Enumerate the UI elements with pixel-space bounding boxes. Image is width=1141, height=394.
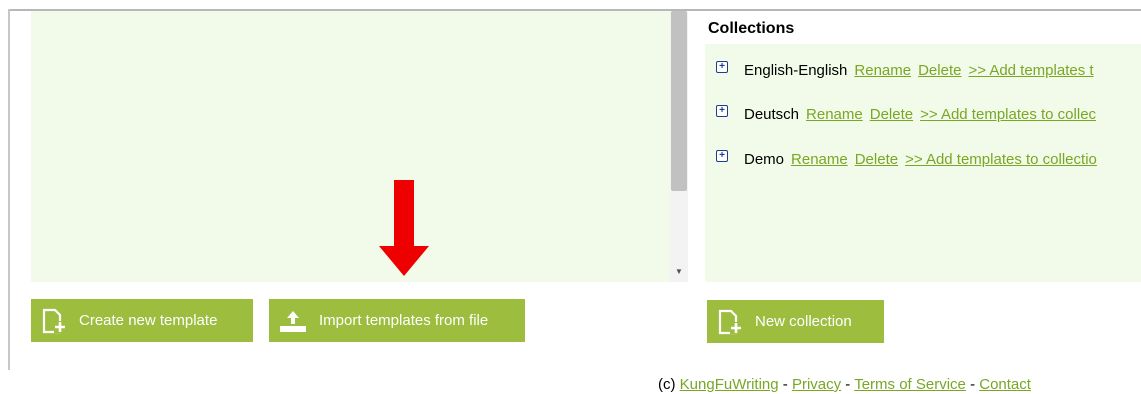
- new-document-icon: [717, 309, 743, 335]
- terms-of-service-link[interactable]: Terms of Service: [854, 376, 966, 393]
- templates-scrollbar[interactable]: ▼: [670, 11, 688, 282]
- add-templates-link[interactable]: >> Add templates to collec: [920, 106, 1096, 123]
- scrollbar-thumb[interactable]: [671, 11, 687, 191]
- new-collection-label: New collection: [755, 313, 852, 330]
- delete-link[interactable]: Delete: [855, 151, 898, 168]
- import-templates-button[interactable]: Import templates from file: [269, 299, 525, 342]
- rename-link[interactable]: Rename: [806, 106, 863, 123]
- add-templates-link[interactable]: >> Add templates to collectio: [905, 151, 1097, 168]
- collection-item-english: + English-English Rename Delete >> Add t…: [716, 60, 1101, 80]
- add-templates-link[interactable]: >> Add templates t: [968, 62, 1093, 79]
- expand-plus-icon[interactable]: +: [716, 150, 728, 162]
- new-document-icon: [41, 308, 67, 334]
- collection-name: English-English: [744, 61, 848, 79]
- red-down-arrow-icon: [379, 180, 429, 276]
- footer-separator: -: [965, 376, 980, 393]
- delete-link[interactable]: Delete: [918, 62, 961, 79]
- templates-list-panel[interactable]: [31, 11, 670, 282]
- collection-name: Demo: [744, 150, 785, 168]
- new-collection-button[interactable]: New collection: [707, 300, 884, 343]
- expand-plus-icon[interactable]: +: [716, 61, 728, 73]
- collection-item-demo: + Demo Rename Delete >> Add templates to…: [716, 149, 1104, 169]
- expand-plus-icon[interactable]: +: [716, 105, 728, 117]
- footer-separator: -: [778, 376, 792, 393]
- delete-link[interactable]: Delete: [870, 106, 913, 123]
- privacy-link[interactable]: Privacy: [792, 376, 841, 393]
- footer-separator: -: [841, 376, 855, 393]
- create-new-template-button[interactable]: Create new template: [31, 299, 253, 342]
- window-left-border: [8, 9, 10, 370]
- import-templates-label: Import templates from file: [319, 312, 489, 329]
- collection-name: Deutsch: [744, 105, 800, 123]
- rename-link[interactable]: Rename: [791, 151, 848, 168]
- create-template-label: Create new template: [79, 312, 218, 329]
- collection-item-deutsch: + Deutsch Rename Delete >> Add templates…: [716, 104, 1103, 124]
- contact-link[interactable]: Contact: [979, 376, 1031, 393]
- rename-link[interactable]: Rename: [854, 62, 911, 79]
- kungfuwriting-link[interactable]: KungFuWriting: [680, 376, 779, 393]
- footer: (c) KungFuWriting - Privacy - Terms of S…: [658, 376, 1031, 393]
- collections-heading: Collections: [708, 20, 795, 37]
- upload-icon: [279, 309, 307, 333]
- copyright-text: (c): [658, 376, 676, 393]
- scroll-down-arrow-icon[interactable]: ▼: [670, 266, 688, 278]
